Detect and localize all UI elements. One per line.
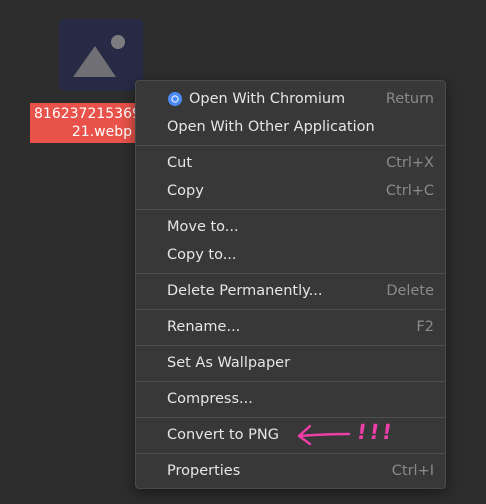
menu-item-rename[interactable]: Rename... F2 [136,313,445,341]
menu-separator [136,144,445,146]
menu-item-copy[interactable]: Copy Ctrl+C [136,177,445,205]
menu-item-label: Move to... [167,219,239,235]
menu-item-shortcut: Ctrl+X [386,155,434,171]
menu-separator [136,208,445,210]
menu-item-delete-permanently[interactable]: Delete Permanently... Delete [136,277,445,305]
menu-item-label: Cut [167,155,192,171]
menu-separator [136,272,445,274]
menu-item-label: Open With Chromium [189,91,346,107]
menu-item-shortcut: Return [385,91,434,107]
menu-separator [136,416,445,418]
menu-item-open-with-chromium[interactable]: Open With Chromium Return [136,85,445,113]
file-name-label[interactable]: 816237215369 21.webp [30,103,138,143]
menu-item-shortcut: Ctrl+C [385,183,434,199]
menu-item-properties[interactable]: Properties Ctrl+I [136,457,445,485]
menu-item-convert-to-png[interactable]: Convert to PNG [136,421,445,449]
annotation-text: !!! [355,420,397,444]
menu-item-label: Rename... [167,319,241,335]
menu-item-label: Set As Wallpaper [167,355,291,371]
file-name-line2: 21.webp [71,124,132,140]
menu-item-set-as-wallpaper[interactable]: Set As Wallpaper [136,349,445,377]
menu-item-label: Compress... [167,391,253,407]
menu-item-shortcut: Ctrl+I [391,463,434,479]
menu-item-compress[interactable]: Compress... [136,385,445,413]
menu-item-label: Copy [167,183,204,199]
menu-item-open-with-other[interactable]: Open With Other Application [136,113,445,141]
menu-item-label: Copy to... [167,247,237,263]
image-thumbnail-icon [59,19,143,91]
context-menu: Open With Chromium Return Open With Othe… [135,80,446,489]
menu-item-shortcut: F2 [416,319,434,335]
menu-separator [136,308,445,310]
menu-item-copy-to[interactable]: Copy to... [136,241,445,269]
menu-item-label: Delete Permanently... [167,283,323,299]
file-name-line1: 816237215369 [34,106,138,122]
menu-item-label: Properties [167,463,241,479]
menu-item-move-to[interactable]: Move to... [136,213,445,241]
menu-separator [136,344,445,346]
image-file-icon[interactable] [59,19,143,91]
menu-item-shortcut: Delete [386,283,434,299]
chromium-icon [168,92,182,106]
annotation: !!! [295,419,396,451]
menu-item-cut[interactable]: Cut Ctrl+X [136,149,445,177]
menu-separator [136,452,445,454]
menu-separator [136,380,445,382]
menu-item-label: Open With Other Application [167,119,375,135]
